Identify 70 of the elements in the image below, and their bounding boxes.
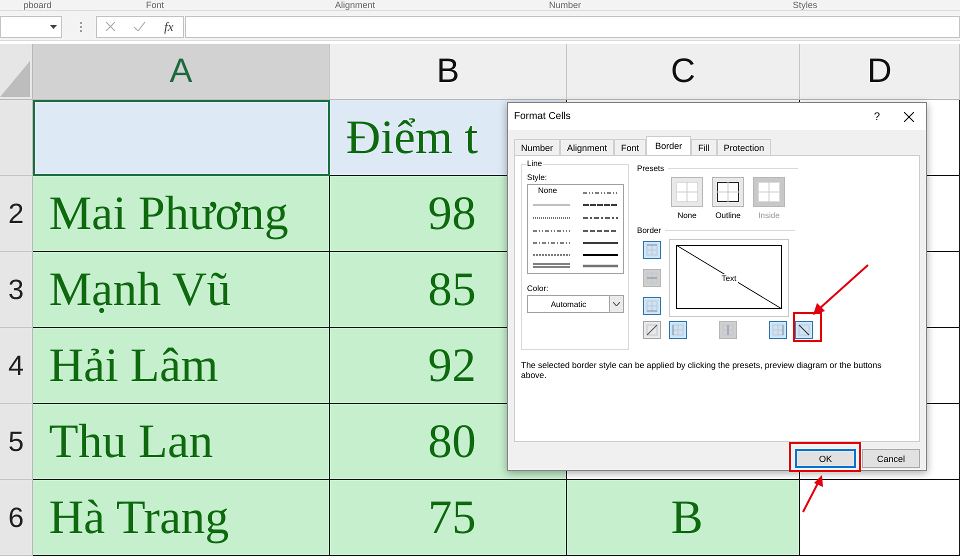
section-label: Presets xyxy=(637,164,664,173)
dialog-tab[interactable]: Border xyxy=(646,136,692,156)
diagonal-down-icon xyxy=(798,324,810,336)
chevron-down-icon xyxy=(613,302,620,306)
grid-icon xyxy=(676,182,698,202)
diagonal-up-icon xyxy=(646,324,658,336)
check-icon[interactable] xyxy=(134,22,146,31)
border-toggle-button[interactable] xyxy=(769,321,787,339)
field-label: Color: xyxy=(527,284,550,293)
dialog-tab[interactable]: Font xyxy=(614,139,646,156)
formula-input[interactable] xyxy=(185,16,960,38)
help-button[interactable]: ? xyxy=(864,110,890,122)
preview-text: Text xyxy=(720,274,738,282)
border-toggle-button[interactable] xyxy=(643,241,661,259)
annotation-arrow xyxy=(801,475,823,513)
ribbon-group-label: pboard xyxy=(22,1,53,10)
table-cell: Mạnh Vũ xyxy=(33,252,330,328)
table-cell: Hải Lâm xyxy=(33,328,330,404)
section-label: Border xyxy=(637,226,662,235)
annotation-arrow xyxy=(813,265,869,315)
dialog-tab[interactable]: Protection xyxy=(716,139,772,156)
ok-button[interactable]: OK xyxy=(795,449,856,468)
ribbon-group-label: Styles xyxy=(792,1,818,10)
field-label: Style: xyxy=(527,173,548,182)
table-cell: Mai Phương xyxy=(33,176,330,252)
border-grid-icon xyxy=(672,324,684,336)
insert-function-button[interactable]: fx xyxy=(164,18,174,34)
grid-icon xyxy=(717,182,739,202)
row-header[interactable]: 5 xyxy=(0,404,33,480)
ribbon-group-label: Font xyxy=(144,1,165,10)
column-header[interactable]: A xyxy=(33,44,330,100)
drag-handle-icon[interactable] xyxy=(80,22,82,32)
name-box[interactable] xyxy=(0,16,62,38)
table-cell: Thu Lan xyxy=(33,404,330,480)
border-toggle-button[interactable] xyxy=(795,321,813,339)
border-grid-icon xyxy=(646,244,658,256)
border-toggle-button[interactable] xyxy=(643,297,661,315)
table-cell: B xyxy=(567,480,800,556)
border-toggle-button[interactable] xyxy=(669,321,687,339)
row-header[interactable]: 6 xyxy=(0,480,33,556)
row-header[interactable]: 4 xyxy=(0,328,33,404)
border-grid-icon xyxy=(722,324,734,336)
dropdown-caret-icon xyxy=(50,24,57,28)
column-header[interactable]: C xyxy=(567,44,800,100)
close-icon xyxy=(904,112,914,122)
cancel-icon[interactable] xyxy=(106,22,116,31)
line-style-list[interactable]: None xyxy=(527,184,624,274)
group-title: Line xyxy=(526,159,544,168)
corner-triangle-icon xyxy=(0,61,30,97)
dialog-tab[interactable]: Alignment xyxy=(560,139,614,156)
row-header[interactable]: 3 xyxy=(0,252,33,328)
highlight-frame xyxy=(789,442,861,472)
border-grid-icon xyxy=(772,324,784,336)
list-option[interactable]: None xyxy=(538,186,558,195)
row-header[interactable]: 2 xyxy=(0,176,33,252)
dialog-tab[interactable]: Fill xyxy=(691,139,717,156)
table-cell: 75 xyxy=(330,480,567,556)
table-cell: Hà Trang xyxy=(33,480,330,556)
border-preview[interactable]: Text xyxy=(669,239,789,317)
color-dropdown[interactable]: Automatic xyxy=(527,295,624,313)
cancel-button[interactable]: Cancel xyxy=(862,449,920,468)
dialog-tab[interactable]: Number xyxy=(514,139,560,156)
border-grid-icon xyxy=(646,272,658,284)
border-grid-icon xyxy=(646,300,658,312)
ribbon-group-label: Alignment xyxy=(334,1,376,10)
column-header[interactable]: B xyxy=(330,44,567,100)
column-header[interactable]: D xyxy=(800,44,960,100)
border-toggle-button[interactable] xyxy=(643,321,661,339)
grid-icon xyxy=(758,182,780,202)
ribbon-group-label: Number xyxy=(548,1,582,10)
